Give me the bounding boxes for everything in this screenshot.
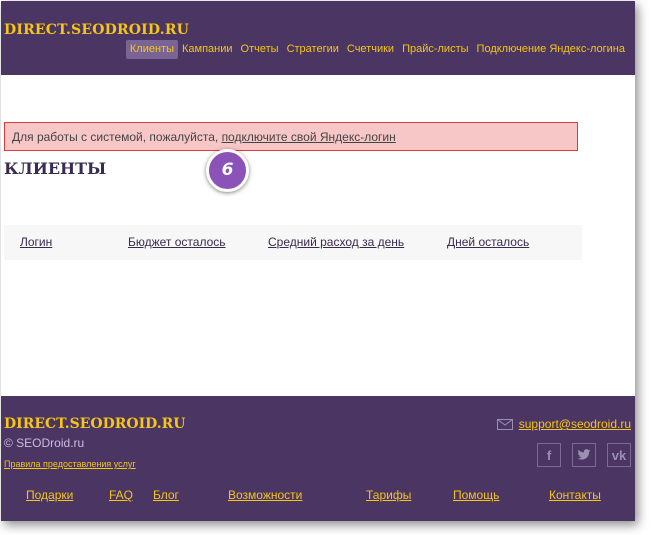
column-budget-left[interactable]: Бюджет осталось <box>128 235 226 249</box>
nav-item-reports[interactable]: Отчеты <box>237 40 283 59</box>
support-contact: support@seodroid.ru <box>496 417 631 431</box>
footer-link-faq[interactable]: FAQ <box>109 488 133 502</box>
connect-yandex-link[interactable]: подключите свой Яндекс-логин <box>222 130 396 144</box>
top-nav: Клиенты Кампании Отчеты Стратегии Счетчи… <box>125 40 629 59</box>
step-badge: 6 <box>206 149 249 192</box>
footer-link-pricing[interactable]: Тарифы <box>366 488 411 502</box>
footer-link-blog[interactable]: Блог <box>153 488 179 502</box>
social-links: f vk <box>537 443 631 467</box>
nav-item-connect-yandex[interactable]: Подключение Яндекс-логина <box>473 40 629 59</box>
footer-link-contacts[interactable]: Контакты <box>549 488 601 502</box>
page-title: КЛИЕНТЫ <box>4 159 107 178</box>
facebook-icon[interactable]: f <box>537 443 561 467</box>
footer-link-help[interactable]: Помощь <box>453 488 499 502</box>
brand-logo[interactable]: DIRECT.SEODROID.RU <box>4 22 189 38</box>
copyright: © SEODroid.ru <box>4 436 85 450</box>
twitter-bird-icon <box>577 449 591 460</box>
alert-text: Для работы с системой, пожалуйста, <box>12 130 222 144</box>
nav-item-counters[interactable]: Счетчики <box>343 40 398 59</box>
footer-nav: Подарки FAQ Блог Возможности Тарифы Помо… <box>1 488 635 504</box>
alert-banner: Для работы с системой, пожалуйста, подкл… <box>4 122 578 151</box>
app-window: DIRECT.SEODROID.RU Клиенты Кампании Отче… <box>1 1 635 521</box>
mail-icon <box>496 418 513 430</box>
footer-brand[interactable]: DIRECT.SEODROID.RU <box>4 416 185 432</box>
nav-item-campaigns[interactable]: Кампании <box>178 40 237 59</box>
column-avg-daily-spend[interactable]: Средний расход за день <box>268 235 404 249</box>
vk-icon[interactable]: vk <box>607 443 631 467</box>
footer-link-gifts[interactable]: Подарки <box>26 488 73 502</box>
footer-link-features[interactable]: Возможности <box>228 488 302 502</box>
nav-item-clients[interactable]: Клиенты <box>125 40 178 59</box>
terms-link[interactable]: Правила предоставления услуг <box>4 459 136 469</box>
nav-item-strategies[interactable]: Стратегии <box>283 40 343 59</box>
header: DIRECT.SEODROID.RU Клиенты Кампании Отче… <box>1 1 635 75</box>
twitter-icon[interactable] <box>572 443 596 467</box>
column-days-left[interactable]: Дней осталось <box>447 235 529 249</box>
support-email-link[interactable]: support@seodroid.ru <box>519 417 631 431</box>
nav-item-price-lists[interactable]: Прайс-листы <box>398 40 472 59</box>
column-login[interactable]: Логин <box>20 235 52 249</box>
footer: DIRECT.SEODROID.RU © SEODroid.ru Правила… <box>1 396 635 521</box>
clients-table-header: Логин Бюджет осталось Средний расход за … <box>4 225 582 260</box>
